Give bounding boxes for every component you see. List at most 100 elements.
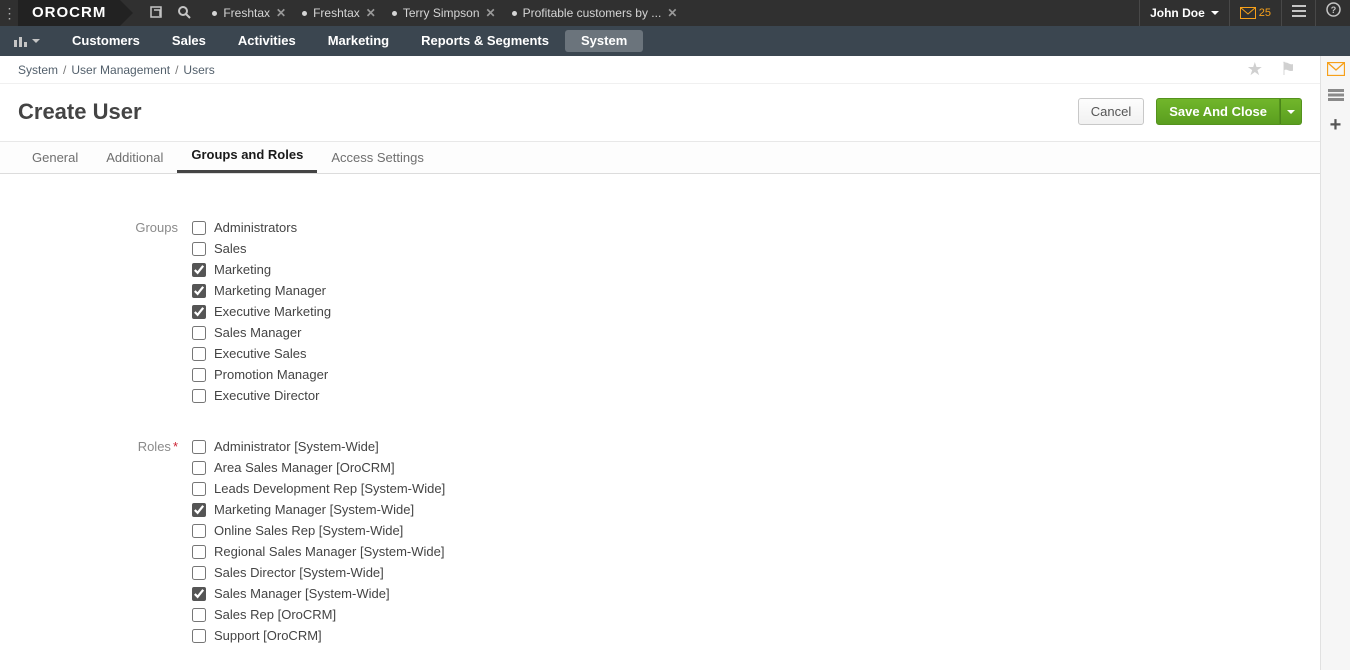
group-option[interactable]: Sales Manager — [192, 325, 331, 340]
notification-count: 25 — [1259, 7, 1271, 19]
role-option-label: Sales Director [System-Wide] — [214, 565, 384, 580]
group-option[interactable]: Sales — [192, 241, 331, 256]
breadcrumb-item[interactable]: User Management — [71, 63, 170, 77]
close-icon[interactable]: ✕ — [276, 6, 286, 20]
new-window-icon[interactable] — [146, 5, 166, 22]
menu-icon[interactable] — [1282, 0, 1316, 26]
form-scroll-area[interactable]: Groups AdministratorsSalesMarketingMarke… — [0, 196, 1320, 670]
role-option-label: Administrator [System-Wide] — [214, 439, 379, 454]
tab-access-settings[interactable]: Access Settings — [317, 142, 438, 173]
open-tab[interactable]: Freshtax✕ — [294, 6, 384, 20]
tab-label: Terry Simpson — [403, 6, 480, 20]
role-option[interactable]: Support [OroCRM] — [192, 628, 445, 643]
role-checkbox[interactable] — [192, 440, 206, 454]
save-and-close-button[interactable]: Save And Close — [1156, 98, 1280, 125]
role-option-label: Area Sales Manager [OroCRM] — [214, 460, 395, 475]
help-icon[interactable]: ? — [1316, 0, 1350, 26]
main-nav: CustomersSalesActivitiesMarketingReports… — [0, 26, 1350, 56]
save-dropdown-button[interactable] — [1280, 98, 1302, 125]
group-option[interactable]: Promotion Manager — [192, 367, 331, 382]
role-option[interactable]: Regional Sales Manager [System-Wide] — [192, 544, 445, 559]
breadcrumb-separator: / — [175, 63, 178, 77]
user-menu[interactable]: John Doe — [1139, 0, 1230, 26]
role-checkbox[interactable] — [192, 461, 206, 475]
role-checkbox[interactable] — [192, 566, 206, 580]
group-checkbox[interactable] — [192, 326, 206, 340]
role-option[interactable]: Online Sales Rep [System-Wide] — [192, 523, 445, 538]
caret-down-icon — [1287, 110, 1295, 114]
group-option[interactable]: Executive Director — [192, 388, 331, 403]
role-checkbox[interactable] — [192, 482, 206, 496]
list-icon[interactable] — [1328, 89, 1344, 104]
search-icon[interactable] — [174, 5, 194, 22]
group-checkbox[interactable] — [192, 368, 206, 382]
tab-dot-icon — [512, 11, 517, 16]
role-option[interactable]: Area Sales Manager [OroCRM] — [192, 460, 445, 475]
nav-item-customers[interactable]: Customers — [56, 26, 156, 56]
group-option[interactable]: Marketing Manager — [192, 283, 331, 298]
notifications-button[interactable]: 25 — [1230, 0, 1282, 26]
tab-general[interactable]: General — [18, 142, 92, 173]
breadcrumb-separator: / — [63, 63, 66, 77]
role-checkbox[interactable] — [192, 524, 206, 538]
role-option[interactable]: Sales Rep [OroCRM] — [192, 607, 445, 622]
role-option[interactable]: Marketing Manager [System-Wide] — [192, 502, 445, 517]
group-checkbox[interactable] — [192, 347, 206, 361]
role-checkbox[interactable] — [192, 545, 206, 559]
breadcrumb-item[interactable]: System — [18, 63, 58, 77]
page-head: Create User Cancel Save And Close — [0, 84, 1320, 142]
group-checkbox[interactable] — [192, 242, 206, 256]
role-option[interactable]: Leads Development Rep [System-Wide] — [192, 481, 445, 496]
breadcrumb-item: Users — [183, 63, 214, 77]
group-option-label: Executive Sales — [214, 346, 307, 361]
cancel-button[interactable]: Cancel — [1078, 98, 1144, 125]
group-checkbox[interactable] — [192, 221, 206, 235]
groups-field: Groups AdministratorsSalesMarketingMarke… — [20, 220, 1300, 409]
tab-additional[interactable]: Additional — [92, 142, 177, 173]
group-checkbox[interactable] — [192, 263, 206, 277]
group-checkbox[interactable] — [192, 284, 206, 298]
tab-label: Freshtax — [223, 6, 270, 20]
form-tabs: GeneralAdditionalGroups and RolesAccess … — [0, 142, 1320, 174]
close-icon[interactable]: ✕ — [667, 6, 677, 20]
tab-dot-icon — [392, 11, 397, 16]
role-checkbox[interactable] — [192, 608, 206, 622]
svg-text:?: ? — [1330, 5, 1336, 15]
role-checkbox[interactable] — [192, 503, 206, 517]
role-option[interactable]: Sales Director [System-Wide] — [192, 565, 445, 580]
group-option[interactable]: Executive Marketing — [192, 304, 331, 319]
nav-item-activities[interactable]: Activities — [222, 26, 312, 56]
nav-item-reports-segments[interactable]: Reports & Segments — [405, 26, 565, 56]
tab-groups-and-roles[interactable]: Groups and Roles — [177, 139, 317, 173]
group-checkbox[interactable] — [192, 305, 206, 319]
group-option[interactable]: Executive Sales — [192, 346, 331, 361]
role-checkbox[interactable] — [192, 587, 206, 601]
mail-icon[interactable] — [1327, 62, 1345, 79]
group-option-label: Administrators — [214, 220, 297, 235]
nav-item-system[interactable]: System — [565, 30, 643, 52]
role-option-label: Marketing Manager [System-Wide] — [214, 502, 414, 517]
favorite-icons[interactable]: ★ ⚑ — [1247, 59, 1302, 80]
caret-down-icon — [1211, 11, 1219, 15]
nav-item-marketing[interactable]: Marketing — [312, 26, 405, 56]
group-option[interactable]: Administrators — [192, 220, 331, 235]
app-logo[interactable]: OROCRM — [18, 0, 120, 26]
tab-label: Profitable customers by ... — [523, 6, 662, 20]
role-option[interactable]: Sales Manager [System-Wide] — [192, 586, 445, 601]
dashboard-icon[interactable] — [6, 31, 48, 51]
role-checkbox[interactable] — [192, 629, 206, 643]
role-option[interactable]: Administrator [System-Wide] — [192, 439, 445, 454]
open-tab[interactable]: Freshtax ✕ — [204, 6, 294, 20]
tab-dot-icon — [302, 11, 307, 16]
group-option[interactable]: Marketing — [192, 262, 331, 277]
open-tab[interactable]: Terry Simpson ✕ — [384, 6, 504, 20]
close-icon[interactable]: ✕ — [366, 6, 376, 20]
role-option-label: Support [OroCRM] — [214, 628, 322, 643]
user-name: John Doe — [1150, 6, 1205, 20]
role-option-label: Online Sales Rep [System-Wide] — [214, 523, 403, 538]
group-checkbox[interactable] — [192, 389, 206, 403]
open-tab[interactable]: Profitable customers by ... ✕ — [504, 6, 686, 20]
nav-item-sales[interactable]: Sales — [156, 26, 222, 56]
add-icon[interactable]: + — [1330, 114, 1342, 137]
close-icon[interactable]: ✕ — [486, 6, 496, 20]
